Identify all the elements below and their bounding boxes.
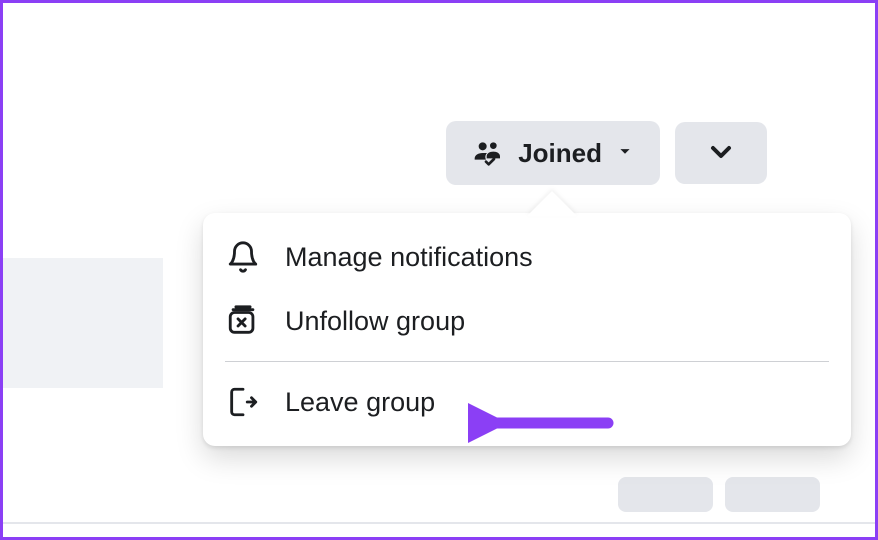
leave-icon [225, 384, 261, 420]
menu-label: Manage notifications [285, 242, 533, 273]
obscured-button [618, 477, 713, 512]
menu-item-unfollow-group[interactable]: Unfollow group [211, 289, 843, 353]
menu-item-leave-group[interactable]: Leave group [211, 370, 843, 434]
unfollow-icon [225, 303, 261, 339]
bell-icon [225, 239, 261, 275]
more-actions-button[interactable] [675, 122, 767, 184]
menu-divider [225, 361, 829, 362]
bottom-divider [3, 522, 875, 524]
chevron-down-icon [705, 136, 737, 171]
dropdown-caret [527, 191, 577, 216]
joined-dropdown-menu: Manage notifications Unfollow group Leav… [203, 213, 851, 446]
menu-label: Leave group [285, 387, 435, 418]
obscured-buttons [618, 477, 820, 512]
group-joined-icon [470, 135, 506, 171]
menu-label: Unfollow group [285, 306, 465, 337]
caret-down-icon [614, 138, 636, 169]
joined-label: Joined [518, 138, 602, 169]
joined-button[interactable]: Joined [446, 121, 660, 185]
sidebar-fragment [3, 258, 163, 388]
menu-item-manage-notifications[interactable]: Manage notifications [211, 225, 843, 289]
obscured-button [725, 477, 820, 512]
group-action-buttons: Joined [446, 121, 767, 185]
